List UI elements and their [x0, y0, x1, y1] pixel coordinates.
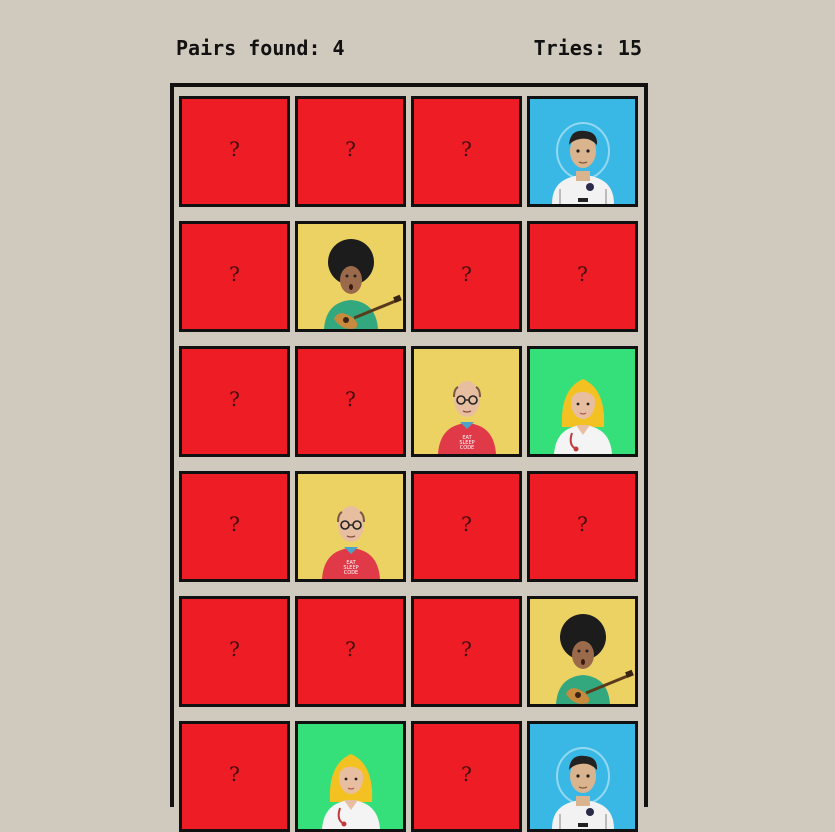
question-mark-icon: ? [229, 512, 240, 536]
tries-counter: Tries: 15 [533, 36, 642, 60]
question-mark-icon: ? [461, 762, 472, 786]
doctor-portrait-icon [530, 349, 635, 454]
card-hidden[interactable]: ? [295, 96, 406, 207]
scientist-portrait-icon: EAT SLEEP CODE [298, 474, 403, 579]
question-mark-icon: ? [461, 262, 472, 286]
guitarist-portrait-icon [530, 599, 635, 704]
question-mark-icon: ? [577, 262, 588, 286]
astronaut-portrait-icon [530, 99, 635, 204]
card-guitarist[interactable] [527, 596, 638, 707]
question-mark-icon: ? [229, 387, 240, 411]
card-doctor[interactable] [527, 346, 638, 457]
card-hidden[interactable]: ? [527, 471, 638, 582]
svg-text:CODE: CODE [460, 445, 474, 451]
card-hidden[interactable]: ? [179, 471, 290, 582]
card-hidden[interactable]: ? [411, 471, 522, 582]
card-scientist[interactable]: EAT SLEEP CODE [295, 471, 406, 582]
question-mark-icon: ? [229, 762, 240, 786]
card-hidden[interactable]: ? [179, 221, 290, 332]
card-hidden[interactable]: ? [527, 221, 638, 332]
question-mark-icon: ? [229, 637, 240, 661]
card-scientist[interactable]: EAT SLEEP CODE [411, 346, 522, 457]
card-guitarist[interactable] [295, 221, 406, 332]
question-mark-icon: ? [461, 137, 472, 161]
question-mark-icon: ? [345, 637, 356, 661]
scientist-portrait-icon: EAT SLEEP CODE [414, 349, 519, 454]
question-mark-icon: ? [229, 262, 240, 286]
question-mark-icon: ? [577, 512, 588, 536]
guitarist-portrait-icon [298, 224, 403, 329]
card-grid: ??? ? ???? EAT SLEEP CODE ? EAT SLEEP CO… [179, 96, 638, 832]
svg-text:CODE: CODE [344, 570, 358, 576]
question-mark-icon: ? [461, 512, 472, 536]
card-hidden[interactable]: ? [179, 596, 290, 707]
card-hidden[interactable]: ? [411, 96, 522, 207]
pairs-found-counter: Pairs found: 4 [176, 36, 345, 60]
game-board: ??? ? ???? EAT SLEEP CODE ? EAT SLEEP CO… [170, 83, 648, 832]
card-hidden[interactable]: ? [179, 96, 290, 207]
card-hidden[interactable]: ? [295, 346, 406, 457]
card-hidden[interactable]: ? [179, 346, 290, 457]
card-astronaut[interactable] [527, 96, 638, 207]
score-bar: Pairs found: 4 Tries: 15 [176, 36, 642, 62]
question-mark-icon: ? [461, 637, 472, 661]
question-mark-icon: ? [345, 137, 356, 161]
card-hidden[interactable]: ? [411, 596, 522, 707]
card-hidden[interactable]: ? [411, 221, 522, 332]
question-mark-icon: ? [229, 137, 240, 161]
card-hidden[interactable]: ? [295, 596, 406, 707]
question-mark-icon: ? [345, 387, 356, 411]
